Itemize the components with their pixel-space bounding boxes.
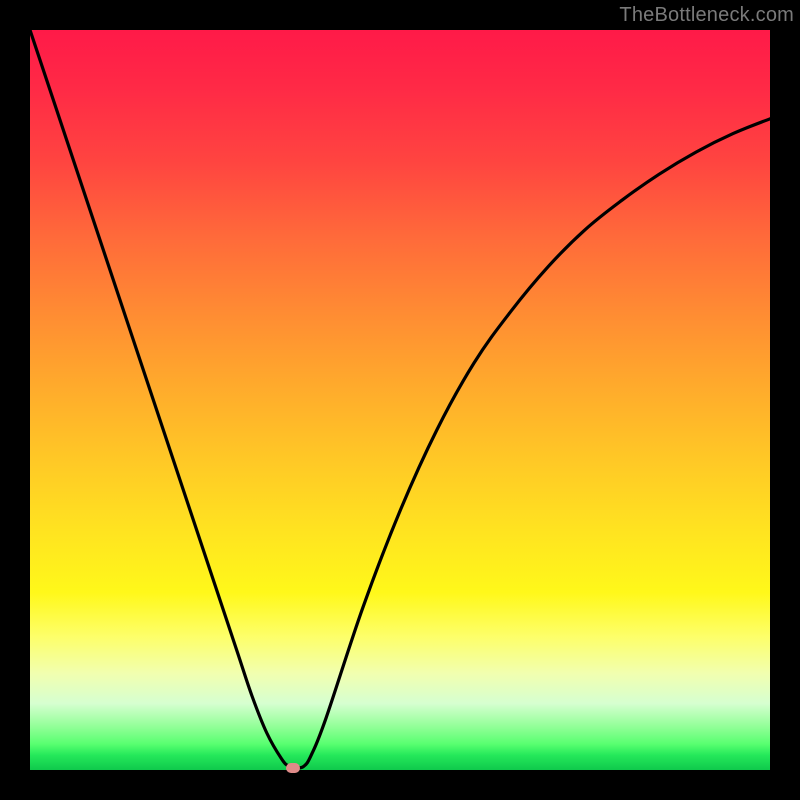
watermark-text: TheBottleneck.com <box>619 4 794 27</box>
bottleneck-curve <box>30 30 770 770</box>
chart-frame: TheBottleneck.com <box>0 0 800 800</box>
optimum-marker <box>286 763 300 773</box>
